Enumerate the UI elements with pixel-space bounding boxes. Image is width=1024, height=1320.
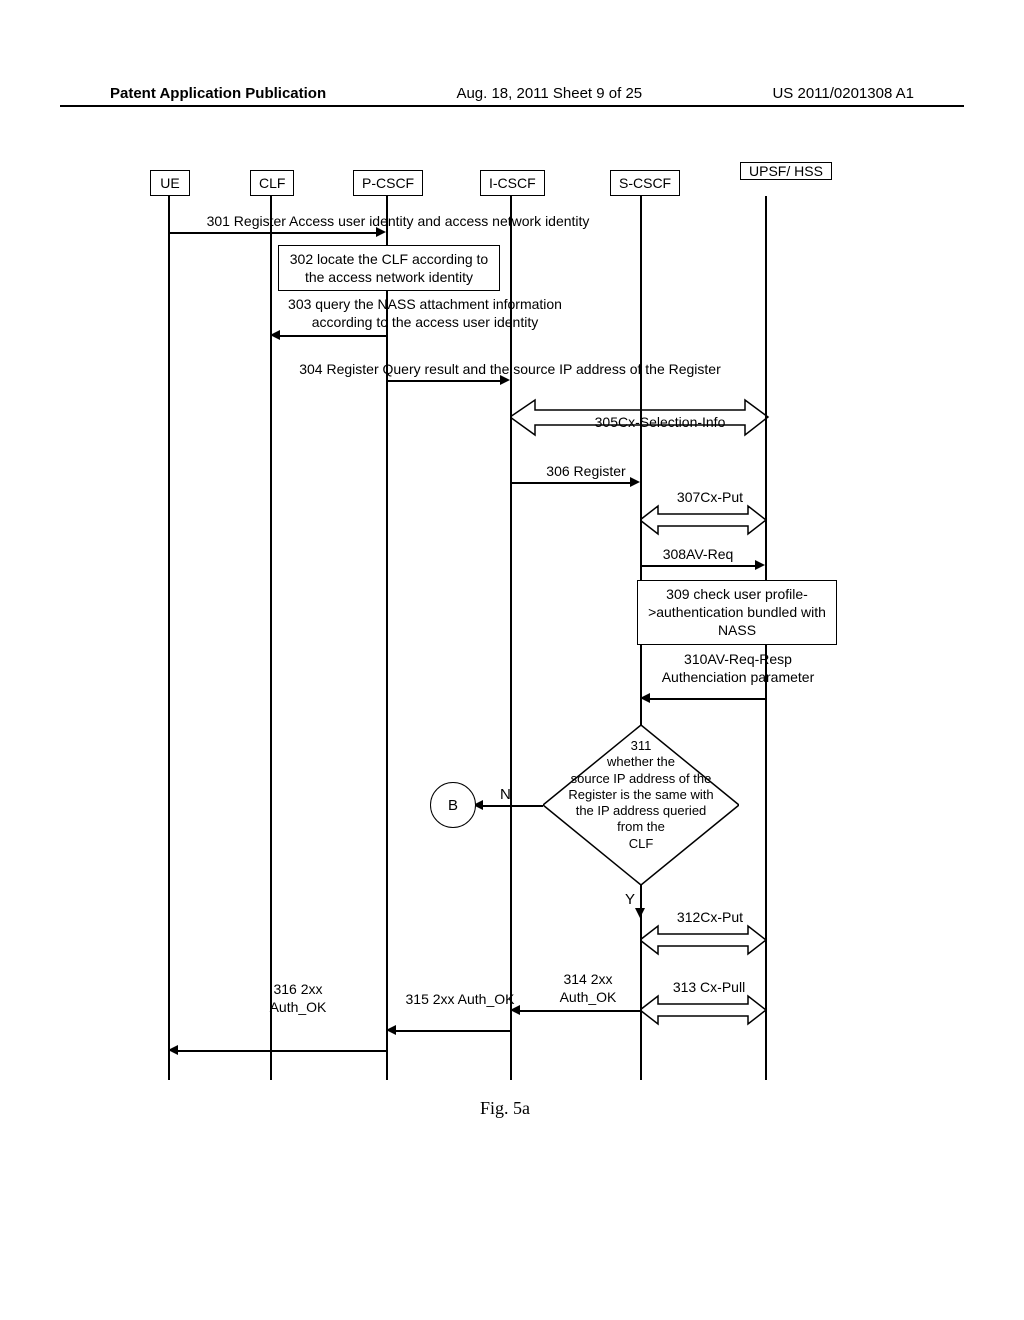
arrow-head-304 xyxy=(500,375,510,385)
arrow-head-306 xyxy=(630,477,640,487)
arrow-head-303 xyxy=(270,330,280,340)
arrow-head-308 xyxy=(755,560,765,570)
double-arrow-305 xyxy=(510,390,770,445)
arrow-head-301 xyxy=(376,227,386,237)
arrow-315 xyxy=(396,1030,510,1032)
msg-314: 314 2xx Auth_OK xyxy=(538,970,638,1006)
figure-label: Fig. 5a xyxy=(480,1098,530,1119)
arrow-316 xyxy=(178,1050,386,1052)
actor-ue: UE xyxy=(150,170,190,196)
actor-scscf: S-CSCF xyxy=(610,170,680,196)
arrow-308 xyxy=(640,565,755,567)
arrow-head-yes xyxy=(635,908,645,918)
msg-315: 315 2xx Auth_OK xyxy=(395,990,525,1008)
label-no: N xyxy=(500,785,511,805)
msg-303: 303 query the NASS attachment informatio… xyxy=(270,295,580,331)
line-yes xyxy=(640,885,642,910)
circle-b: B xyxy=(430,782,476,828)
msg-301: 301 Register Access user identity and ac… xyxy=(168,212,628,230)
header-left: Patent Application Publication xyxy=(110,85,326,102)
arrow-303 xyxy=(280,335,386,337)
header-divider xyxy=(60,105,964,107)
lifeline-ue xyxy=(168,196,170,1080)
actor-upsf: UPSF/ HSS xyxy=(740,162,832,180)
arrow-head-316 xyxy=(168,1045,178,1055)
double-arrow-312 xyxy=(640,920,770,960)
actor-icscf: I-CSCF xyxy=(480,170,545,196)
arrow-310 xyxy=(650,698,766,700)
arrow-306 xyxy=(510,482,630,484)
label-yes: Y xyxy=(625,890,635,910)
box-309: 309 check user profile- >authentication … xyxy=(637,580,837,645)
page-header: Patent Application Publication Aug. 18, … xyxy=(0,85,1024,102)
msg-311: 311 whether the source IP address of the… xyxy=(553,738,729,852)
msg-304: 304 Register Query result and the source… xyxy=(270,360,750,378)
arrow-304 xyxy=(386,380,501,382)
msg-310: 310AV-Req-Resp Authenciation parameter xyxy=(648,650,828,686)
arrow-head-315 xyxy=(386,1025,396,1035)
msg-306: 306 Register xyxy=(536,462,636,480)
arrow-301 xyxy=(168,232,376,234)
arrow-no xyxy=(483,805,543,807)
msg-316: 316 2xx Auth_OK xyxy=(258,980,338,1016)
msg-308: 308AV-Req xyxy=(648,545,748,563)
sequence-diagram: UE CLF P-CSCF I-CSCF S-CSCF UPSF/ HSS 30… xyxy=(150,170,890,1130)
actor-clf: CLF xyxy=(250,170,294,196)
box-302: 302 locate the CLF according to the acce… xyxy=(278,245,500,291)
header-center: Aug. 18, 2011 Sheet 9 of 25 xyxy=(456,85,642,102)
actor-pcscf: P-CSCF xyxy=(353,170,423,196)
double-arrow-313 xyxy=(640,990,770,1030)
double-arrow-307 xyxy=(640,500,770,540)
arrow-314 xyxy=(520,1010,640,1012)
header-right: US 2011/0201308 A1 xyxy=(772,85,914,102)
arrow-head-310 xyxy=(640,693,650,703)
